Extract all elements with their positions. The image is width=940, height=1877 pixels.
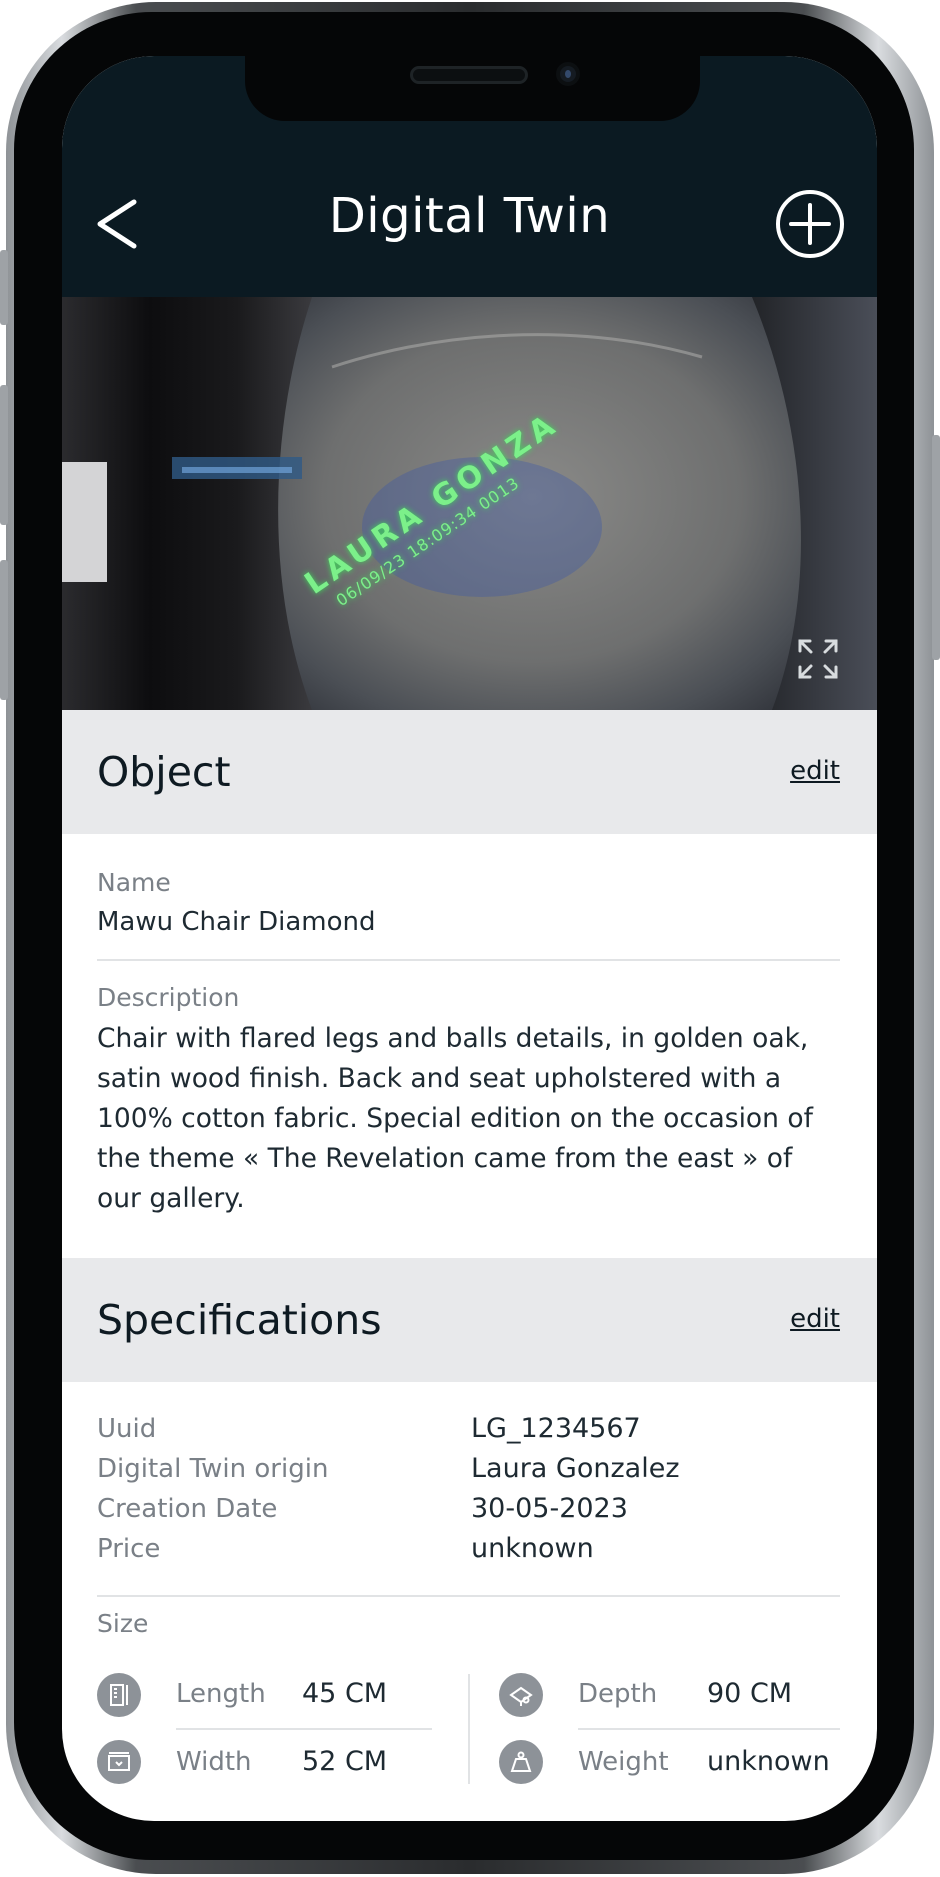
name-divider	[97, 959, 840, 961]
price-value: unknown	[471, 1533, 594, 1564]
width-value: 52 CM	[302, 1746, 388, 1777]
length-icon	[97, 1673, 141, 1717]
weight-value: unknown	[707, 1746, 830, 1777]
depth-divider	[578, 1728, 840, 1730]
length-divider	[176, 1728, 432, 1730]
depth-value: 90 CM	[707, 1678, 793, 1709]
description-value: Chair with flared legs and balls details…	[97, 1023, 813, 1214]
name-label: Name	[97, 868, 171, 897]
name-value: Mawu Chair Diamond	[97, 907, 376, 937]
speaker-grille	[410, 66, 528, 84]
expand-button[interactable]	[797, 638, 839, 680]
power-button	[932, 435, 940, 660]
depth-label: Depth	[578, 1679, 658, 1709]
page-title: Digital Twin	[328, 188, 611, 244]
price-label: Price	[97, 1534, 161, 1564]
specifications-title: Specifications	[97, 1296, 382, 1344]
object-title: Object	[97, 748, 231, 796]
expand-icon	[798, 639, 838, 679]
notch	[245, 56, 700, 121]
volume-down-button	[0, 560, 8, 700]
mute-switch	[0, 250, 8, 325]
specifications-edit-link[interactable]: edit	[790, 1304, 840, 1334]
origin-value: Laura Gonzalez	[471, 1453, 680, 1484]
size-label: Size	[97, 1609, 149, 1638]
creation-date-value: 30-05-2023	[471, 1493, 628, 1524]
depth-icon	[499, 1673, 543, 1717]
width-icon	[97, 1740, 141, 1784]
plus-circle-icon	[776, 190, 844, 258]
size-column-divider	[468, 1674, 470, 1784]
width-label: Width	[176, 1747, 252, 1777]
length-label: Length	[176, 1679, 266, 1709]
volume-up-button	[0, 385, 8, 525]
phone-screen: Digital Twin LAURA GONZA 06/09/23 18:09:…	[62, 56, 877, 1821]
weight-label: Weight	[578, 1747, 669, 1777]
length-value: 45 CM	[302, 1678, 388, 1709]
uuid-label: Uuid	[97, 1414, 157, 1444]
add-button[interactable]	[775, 189, 845, 259]
uuid-value: LG_1234567	[471, 1413, 641, 1444]
weight-icon	[499, 1740, 543, 1784]
price-divider	[97, 1595, 840, 1597]
creation-date-label: Creation Date	[97, 1494, 278, 1524]
specifications-section-header: Specifications edit	[62, 1258, 877, 1382]
product-photo: LAURA GONZA 06/09/23 18:09:34 0013	[62, 297, 877, 710]
front-camera	[556, 62, 580, 86]
object-section-header: Object edit	[62, 710, 877, 834]
object-edit-link[interactable]: edit	[790, 756, 840, 786]
description-label: Description	[97, 983, 240, 1012]
origin-label: Digital Twin origin	[97, 1454, 329, 1484]
